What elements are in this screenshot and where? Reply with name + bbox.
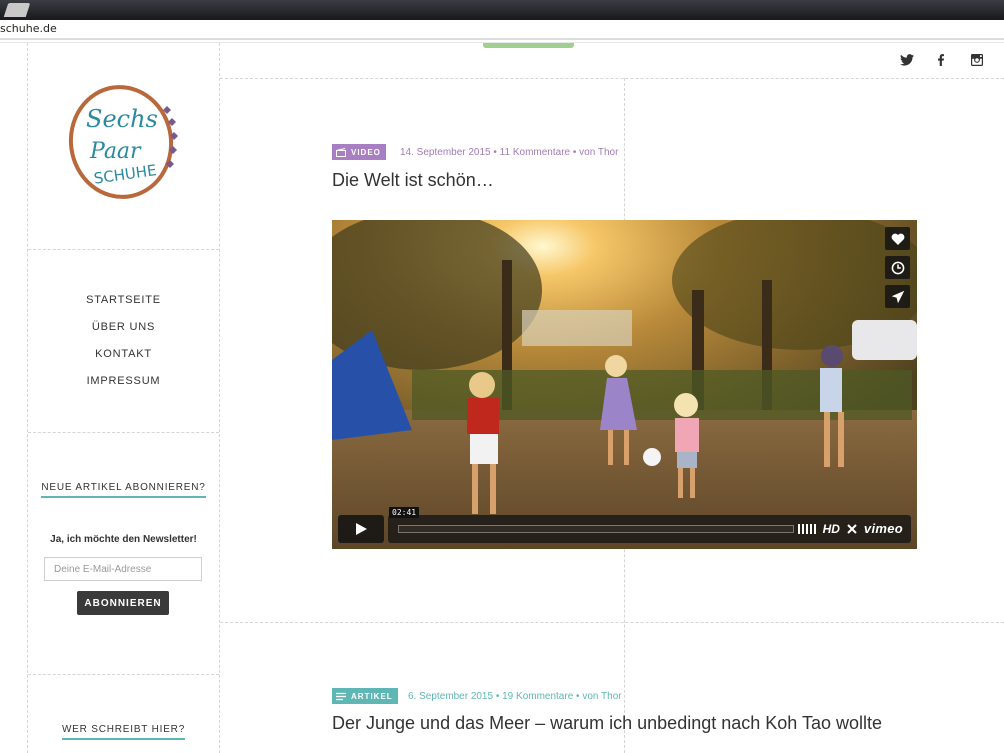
post-title[interactable]: Die Welt ist schön… <box>332 170 494 191</box>
post-title[interactable]: Der Junge und das Meer – warum ich unbed… <box>332 713 882 734</box>
logo-line1: Sechs <box>86 105 158 133</box>
nav-item-startseite[interactable]: STARTSEITE <box>28 292 219 319</box>
sidebar-right-border <box>219 43 220 753</box>
like-button[interactable] <box>885 227 910 250</box>
author-heading: WER SCHREIBT HIER? <box>28 717 219 740</box>
main-navigation: STARTSEITE ÜBER UNS KONTAKT IMPRESSUM <box>28 292 219 400</box>
sidebar-divider <box>28 674 219 675</box>
site-logo[interactable]: Sechs Paar SCHUHE <box>66 82 182 200</box>
video-frame-image <box>332 220 917 549</box>
browser-title-bar <box>0 0 1004 20</box>
sidebar-divider <box>28 432 219 433</box>
category-badge-video[interactable]: VIDEO <box>332 144 386 160</box>
video-controls: 02:41 HD vimeo <box>338 507 911 543</box>
play-button[interactable] <box>338 515 384 543</box>
author-heading-text[interactable]: WER SCHREIBT HIER? <box>61 724 186 740</box>
share-button[interactable] <box>885 285 910 308</box>
post-divider <box>220 622 1004 623</box>
facebook-icon[interactable] <box>933 52 949 68</box>
timecode: 02:41 <box>389 507 420 518</box>
subscribe-heading: NEUE ARTIKEL ABONNIEREN? <box>28 475 219 498</box>
control-icons: HD vimeo <box>797 521 903 536</box>
watch-later-button[interactable] <box>885 256 910 279</box>
top-tab-indicator[interactable] <box>483 43 574 48</box>
url-text: schuhe.de <box>0 22 57 35</box>
clapperboard-icon <box>336 147 346 157</box>
post-meta: 6. September 2015 • 19 Kommentare • von … <box>408 691 622 702</box>
vimeo-logo[interactable]: vimeo <box>864 521 903 536</box>
subscribe-heading-text: NEUE ARTIKEL ABONNIEREN? <box>41 482 206 498</box>
browser-tab[interactable] <box>3 3 31 17</box>
header-divider <box>220 78 1004 79</box>
logo-line3: SCHUHE <box>93 161 158 188</box>
nav-item-ueber-uns[interactable]: ÜBER UNS <box>28 319 219 346</box>
nav-item-impressum[interactable]: IMPRESSUM <box>28 373 219 400</box>
category-label: ARTIKEL <box>351 691 393 701</box>
post-meta: 14. September 2015 • 11 Kommentare • von… <box>400 147 619 158</box>
category-badge-article[interactable]: ARTIKEL <box>332 688 398 704</box>
sidebar-divider <box>28 249 219 250</box>
progress-bar[interactable] <box>398 525 794 533</box>
twitter-icon[interactable] <box>899 52 915 68</box>
hd-toggle[interactable]: HD <box>823 522 840 536</box>
paper-plane-icon <box>891 290 904 303</box>
lines-icon <box>336 692 346 700</box>
subscribe-button[interactable]: ABONNIEREN <box>77 591 169 615</box>
fullscreen-icon[interactable] <box>847 523 857 534</box>
instagram-icon[interactable] <box>969 52 985 68</box>
email-field[interactable] <box>44 557 202 581</box>
heart-icon <box>891 233 904 245</box>
category-label: VIDEO <box>351 147 381 157</box>
address-bar[interactable]: schuhe.de <box>0 20 1004 40</box>
nav-item-kontakt[interactable]: KONTAKT <box>28 346 219 373</box>
play-icon <box>356 523 367 535</box>
video-player[interactable]: 02:41 HD vimeo <box>332 220 917 549</box>
logo-line2: Paar <box>89 139 142 164</box>
newsletter-label: Ja, ich möchte den Newsletter! <box>50 534 197 545</box>
volume-icon[interactable] <box>797 523 816 534</box>
clock-icon <box>891 261 904 274</box>
